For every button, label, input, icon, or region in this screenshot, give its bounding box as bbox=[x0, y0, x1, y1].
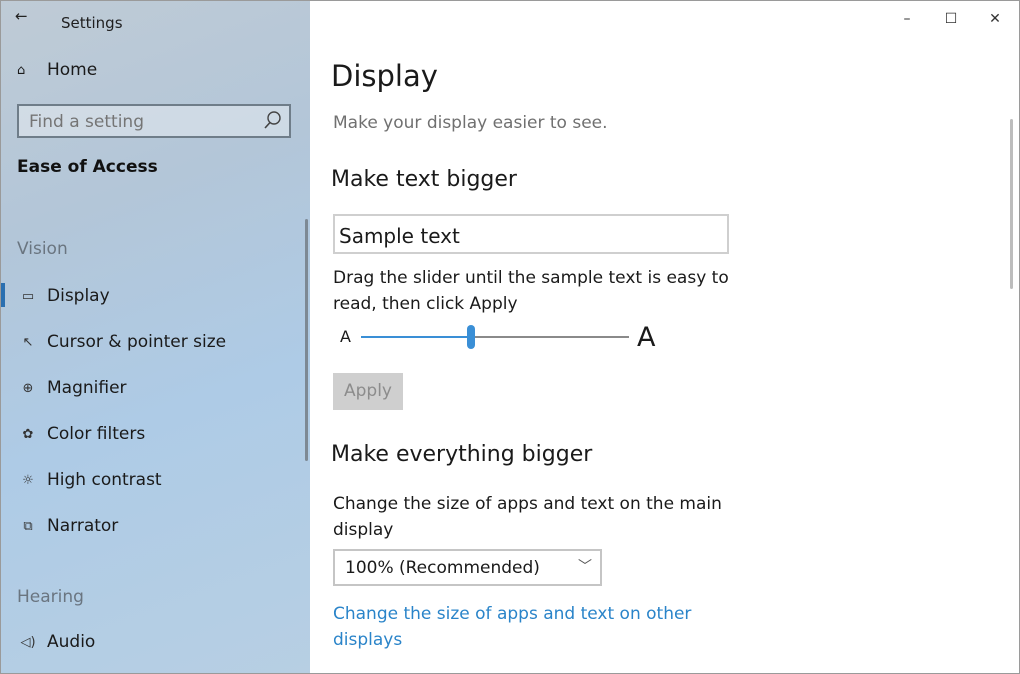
back-button[interactable]: ← bbox=[15, 7, 37, 29]
maximize-button[interactable]: ☐ bbox=[936, 7, 966, 31]
sidebar-item-audio[interactable]: ◁) Audio bbox=[17, 628, 95, 656]
section-heading-everything: Make everything bigger bbox=[331, 442, 593, 467]
home-icon: ⌂ bbox=[17, 62, 26, 78]
sidebar-item-label: Display bbox=[47, 286, 110, 306]
scale-dropdown-value: 100% (Recommended) bbox=[345, 558, 540, 578]
sidebar-item-color-filters[interactable]: ✿ Color filters bbox=[17, 420, 146, 448]
cursor-icon: ↖ bbox=[22, 334, 34, 350]
slider-instructions: Drag the slider until the sample text is… bbox=[333, 268, 729, 314]
magnifier-icon: ⊕ bbox=[22, 380, 34, 396]
main-scrollbar[interactable] bbox=[1010, 119, 1013, 289]
sidebar-item-home[interactable]: ⌂ Home bbox=[17, 60, 97, 80]
sidebar-item-label: Audio bbox=[47, 632, 96, 652]
sidebar-item-display[interactable]: ▭ Display bbox=[17, 282, 110, 310]
text-size-slider[interactable]: A A bbox=[333, 321, 673, 353]
sample-text-box: Sample text bbox=[333, 214, 729, 254]
close-icon: ✕ bbox=[989, 11, 1001, 27]
chevron-down-icon: ﹀ bbox=[578, 559, 592, 575]
other-displays-link[interactable]: Change the size of apps and text on othe… bbox=[333, 601, 733, 653]
sun-icon: ☼ bbox=[22, 472, 34, 488]
sample-text: Sample text bbox=[339, 224, 460, 248]
group-label-vision: Vision bbox=[17, 239, 68, 259]
sidebar-item-label: Magnifier bbox=[47, 378, 127, 398]
slider-max-label: A bbox=[637, 322, 656, 353]
narrator-icon: ⧉ bbox=[23, 518, 33, 534]
arrow-left-icon: ← bbox=[15, 7, 28, 25]
sidebar-item-label: Narrator bbox=[47, 516, 119, 536]
section-title: Ease of Access bbox=[17, 157, 158, 177]
search-box[interactable] bbox=[17, 104, 291, 138]
search-icon[interactable] bbox=[261, 109, 283, 131]
page-title: Display bbox=[331, 59, 438, 93]
sidebar-scrollbar[interactable] bbox=[305, 219, 308, 461]
slider-fill bbox=[361, 336, 471, 338]
slider-min-label: A bbox=[340, 327, 351, 346]
sidebar-item-label: Home bbox=[47, 60, 98, 80]
slider-thumb[interactable] bbox=[466, 325, 475, 349]
palette-icon: ✿ bbox=[22, 426, 34, 442]
settings-window: ← Settings ⌂ Home Ease of Access Vision … bbox=[0, 0, 1020, 674]
close-button[interactable]: ✕ bbox=[980, 7, 1010, 31]
minimize-button[interactable]: – bbox=[892, 7, 922, 31]
sidebar-item-label: Cursor & pointer size bbox=[47, 332, 227, 352]
active-indicator bbox=[1, 283, 5, 307]
app-title: Settings bbox=[61, 14, 123, 32]
sidebar-item-magnifier[interactable]: ⊕ Magnifier bbox=[17, 374, 127, 402]
apply-button[interactable]: Apply bbox=[333, 373, 403, 410]
search-input[interactable] bbox=[19, 106, 271, 138]
page-subtitle: Make your display easier to see. bbox=[333, 113, 608, 133]
main-content: – ☐ ✕ Display Make your display easier t… bbox=[310, 1, 1019, 673]
sidebar-item-narrator[interactable]: ⧉ Narrator bbox=[17, 512, 118, 540]
sidebar-item-high-contrast[interactable]: ☼ High contrast bbox=[17, 466, 162, 494]
monitor-icon: ▭ bbox=[21, 288, 35, 304]
sidebar-item-label: High contrast bbox=[47, 470, 162, 490]
section-heading-text: Make text bigger bbox=[331, 167, 517, 192]
sidebar: ← Settings ⌂ Home Ease of Access Vision … bbox=[1, 1, 310, 673]
group-label-hearing: Hearing bbox=[17, 587, 84, 607]
sidebar-item-label: Color filters bbox=[47, 424, 146, 444]
speaker-icon: ◁) bbox=[20, 634, 36, 650]
minimize-icon: – bbox=[903, 11, 911, 27]
maximize-icon: ☐ bbox=[944, 11, 958, 27]
sidebar-item-cursor[interactable]: ↖ Cursor & pointer size bbox=[17, 328, 227, 356]
scale-description: Change the size of apps and text on the … bbox=[333, 494, 722, 540]
scale-dropdown[interactable]: 100% (Recommended) ﹀ bbox=[333, 549, 602, 586]
